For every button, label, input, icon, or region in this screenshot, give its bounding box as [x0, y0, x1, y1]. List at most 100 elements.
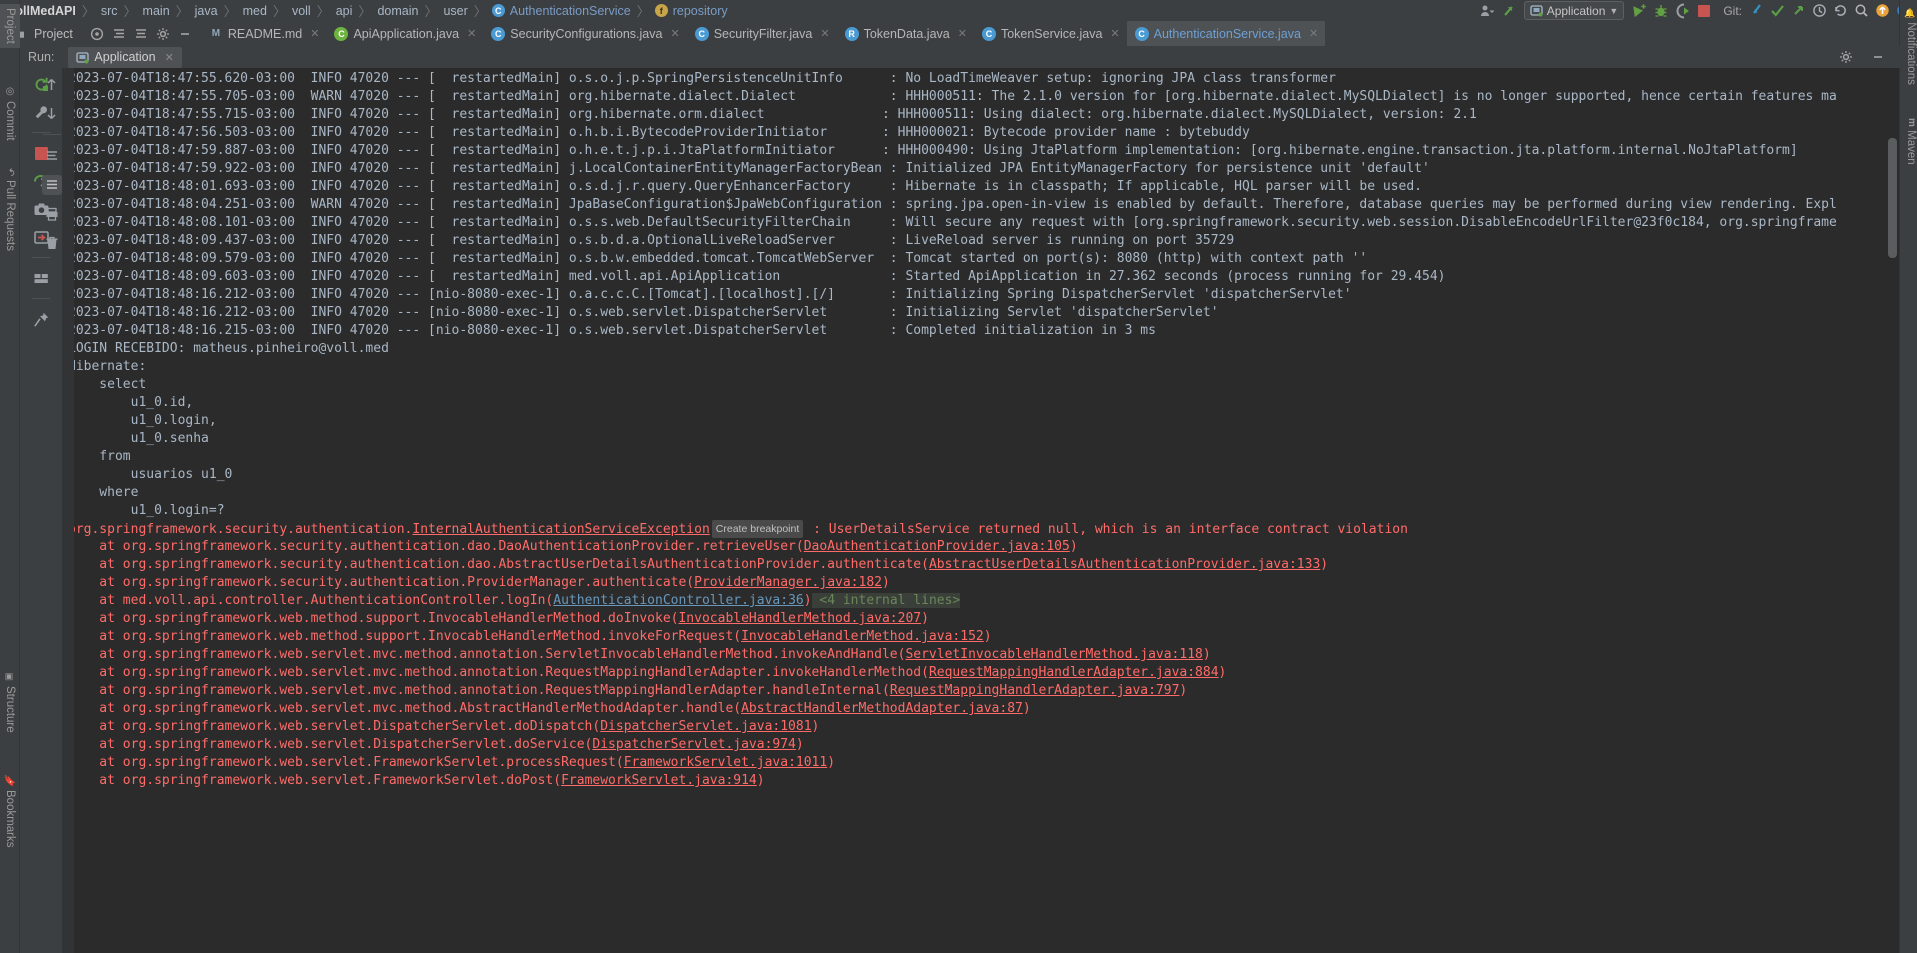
console-stacktrace-line: at org.springframework.security.authenti… — [68, 574, 1899, 592]
sidebar-item-notifications[interactable]: 🔔 Notifications — [1899, 8, 1917, 85]
close-icon[interactable]: ✕ — [670, 27, 679, 40]
stop-icon[interactable] — [1695, 2, 1713, 20]
console-log-line: 2023-07-04T18:48:16.212-03:00 INFO 47020… — [68, 287, 1352, 302]
close-icon[interactable]: ✕ — [820, 27, 829, 40]
close-icon[interactable]: ✕ — [165, 51, 174, 64]
sidebar-item-pull-requests[interactable]: ↶ Pull Requests — [0, 168, 20, 251]
git-push-icon[interactable] — [1789, 2, 1808, 20]
editor-tab-readme-md[interactable]: M README.md ✕ — [201, 21, 327, 46]
stacktrace-paren: ) — [811, 719, 820, 734]
breadcrumb-item-voll[interactable]: voll — [291, 4, 312, 18]
sidebar-item-project[interactable]: Project — [0, 4, 20, 48]
run-configuration-name: Application — [1546, 3, 1606, 18]
stacktrace-source-link[interactable]: ServletInvocableHandlerMethod.java:118 — [905, 647, 1202, 662]
stacktrace-paren: ) — [983, 629, 992, 644]
stacktrace-source-link[interactable]: RequestMappingHandlerAdapter.java:797 — [890, 683, 1180, 698]
console-stacktrace-line: + at med.voll.api.controller.Authenticat… — [62, 592, 1899, 610]
sidebar-item-commit[interactable]: ◎ Commit — [0, 86, 20, 141]
select-opened-file-icon[interactable] — [87, 24, 107, 44]
update-arrow-icon[interactable] — [1499, 2, 1519, 20]
stacktrace-source-link[interactable]: DispatcherServlet.java:974 — [592, 737, 796, 752]
stacktrace-source-link[interactable]: DispatcherServlet.java:1081 — [600, 719, 811, 734]
stacktrace-source-link[interactable]: FrameworkServlet.java:914 — [561, 773, 757, 788]
stacktrace-source-link[interactable]: AbstractUserDetailsAuthenticationProvide… — [929, 557, 1320, 572]
notifications-icon[interactable] — [1873, 2, 1892, 20]
breadcrumb-item-main[interactable]: main — [142, 4, 171, 18]
breadcrumb-item-java[interactable]: java — [194, 4, 219, 18]
trash-icon[interactable] — [42, 233, 62, 253]
stacktrace-method: at med.voll.api.controller.Authenticatio… — [68, 593, 554, 608]
run-with-coverage-icon[interactable] — [1673, 2, 1693, 20]
sidebar-item-maven[interactable]: m Maven — [1899, 118, 1917, 165]
collapse-all-icon[interactable] — [131, 24, 151, 44]
run-configuration-selector[interactable]: Application ▼ — [1523, 1, 1625, 20]
internal-lines-fold-label[interactable]: <4 internal lines> — [811, 593, 961, 608]
use-soft-wraps-icon[interactable] — [41, 175, 62, 195]
structure-icon: ▣ — [5, 672, 15, 683]
close-icon[interactable]: ✕ — [467, 27, 476, 40]
scroll-up-icon[interactable] — [42, 74, 62, 94]
settings-gear-icon[interactable] — [153, 24, 173, 44]
breadcrumb-item-med[interactable]: med — [242, 4, 268, 18]
stacktrace-source-link[interactable]: ProviderManager.java:182 — [694, 575, 882, 590]
editor-tab-securityconfigurations-java[interactable]: C SecurityConfigurations.java ✕ — [483, 21, 686, 46]
breadcrumb-item-domain[interactable]: domain — [376, 4, 419, 18]
console-exception-line: org.springframework.security.authenticat… — [68, 520, 1899, 538]
console-stacktrace-line: at org.springframework.web.method.suppor… — [68, 610, 1899, 628]
settings-gear-icon[interactable] — [1836, 47, 1856, 67]
editor-tab-tokenservice-java[interactable]: C TokenService.java ✕ — [974, 21, 1127, 46]
stacktrace-source-link[interactable]: RequestMappingHandlerAdapter.java:884 — [929, 665, 1219, 680]
hide-icon[interactable] — [1868, 47, 1888, 67]
console-stacktrace-line: at org.springframework.security.authenti… — [68, 538, 1899, 556]
sidebar-item-bookmarks[interactable]: 🔖 Bookmarks — [0, 774, 20, 848]
git-update-project-icon[interactable] — [1747, 2, 1766, 20]
stacktrace-source-link[interactable]: FrameworkServlet.java:1011 — [624, 755, 828, 770]
soft-wrap-icon[interactable] — [42, 146, 62, 166]
stacktrace-source-link[interactable]: InvocableHandlerMethod.java:152 — [741, 629, 984, 644]
profiler-icon[interactable] — [1478, 2, 1497, 20]
expand-all-icon[interactable] — [109, 24, 129, 44]
scroll-down-icon[interactable] — [42, 103, 62, 123]
sidebar-item-structure[interactable]: ▣ Structure — [0, 672, 20, 733]
git-history-icon[interactable] — [1810, 2, 1829, 20]
close-icon[interactable]: ✕ — [310, 27, 319, 40]
editor-tab-authenticationservice-java[interactable]: C AuthenticationService.java ✕ — [1126, 21, 1326, 46]
git-rollback-icon[interactable] — [1831, 2, 1850, 20]
breadcrumb-item-authenticationservice[interactable]: C AuthenticationService — [491, 4, 632, 18]
console-log-line: u1_0.login=? — [68, 503, 225, 518]
structure-strip-label: Structure — [4, 686, 16, 733]
create-breakpoint-badge[interactable]: Create breakpoint — [711, 520, 804, 538]
run-console[interactable]: 2023-07-04T18:47:55.620-03:00 INFO 47020… — [62, 68, 1899, 953]
stacktrace-source-link[interactable]: DaoAuthenticationProvider.java:105 — [804, 539, 1070, 554]
exception-class-link[interactable]: InternalAuthenticationServiceException — [412, 522, 709, 537]
markdown-icon: M — [211, 28, 221, 39]
breadcrumb-separator: 〉 — [81, 5, 95, 20]
breadcrumb-separator: 〉 — [424, 5, 438, 20]
print-icon[interactable] — [42, 204, 62, 224]
git-commit-icon[interactable] — [1768, 2, 1787, 20]
debug-icon[interactable] — [1651, 2, 1671, 20]
editor-tab-apiapplication-java[interactable]: C ApiApplication.java ✕ — [326, 21, 483, 46]
search-everywhere-icon[interactable] — [1852, 2, 1871, 20]
run-icon[interactable] — [1629, 2, 1649, 20]
stacktrace-source-link[interactable]: InvocableHandlerMethod.java:207 — [678, 611, 921, 626]
breadcrumb-item-api[interactable]: api — [335, 4, 354, 18]
breadcrumb-label: med — [242, 3, 267, 18]
run-configuration-icon — [76, 51, 90, 64]
breadcrumb-item-src[interactable]: src — [100, 4, 119, 18]
stacktrace-source-link[interactable]: AbstractHandlerMethodAdapter.java:87 — [741, 701, 1023, 716]
console-log-line: 2023-07-04T18:47:59.922-03:00 INFO 47020… — [68, 161, 1430, 176]
breadcrumb-item-user[interactable]: user — [442, 4, 468, 18]
hide-tool-window-icon[interactable] — [175, 24, 195, 44]
console-log-line: 2023-07-04T18:48:01.693-03:00 INFO 47020… — [68, 179, 1423, 194]
close-icon[interactable]: ✕ — [1309, 27, 1318, 40]
close-icon[interactable]: ✕ — [958, 27, 967, 40]
run-tab-application[interactable]: Application ✕ — [68, 46, 182, 68]
editor-tab-securityfilter-java[interactable]: C SecurityFilter.java ✕ — [687, 21, 837, 46]
stacktrace-source-link[interactable]: AuthenticationController.java:36 — [553, 593, 803, 608]
pull-request-icon: ↶ — [4, 168, 16, 177]
close-icon[interactable]: ✕ — [1110, 27, 1119, 40]
breadcrumb-item-repository[interactable]: f repository — [654, 4, 729, 18]
editor-tab-tokendata-java[interactable]: R TokenData.java ✕ — [837, 21, 974, 46]
console-scrollbar[interactable] — [1888, 138, 1897, 258]
